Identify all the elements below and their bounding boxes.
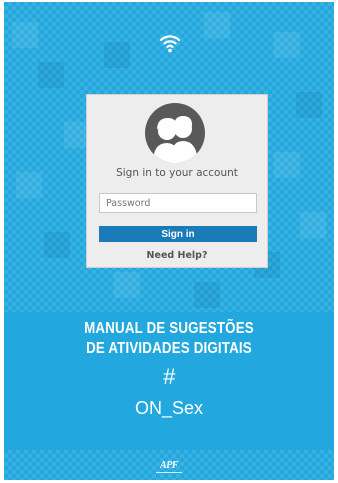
need-help-link[interactable]: Need Help?	[87, 250, 267, 261]
cover-page: Sign in to your account Sign in Need Hel…	[4, 2, 334, 480]
login-card: Sign in to your account Sign in Need Hel…	[86, 94, 268, 268]
wifi-icon	[159, 35, 181, 53]
title-line-1: MANUAL DE SUGESTÕES	[84, 320, 254, 337]
subtitle: ON_Sex	[134, 398, 204, 418]
password-field[interactable]	[99, 193, 257, 213]
logo-underline	[156, 472, 182, 473]
logo-text: APF	[160, 460, 178, 471]
apf-logo: APF	[154, 460, 184, 476]
signin-button[interactable]: Sign in	[99, 226, 257, 242]
signin-prompt: Sign in to your account	[116, 167, 238, 179]
hashtag-symbol: #	[162, 364, 176, 389]
couple-avatar-icon	[145, 103, 205, 163]
title-line-2: DE ATIVIDADES DIGITAIS	[86, 340, 252, 357]
